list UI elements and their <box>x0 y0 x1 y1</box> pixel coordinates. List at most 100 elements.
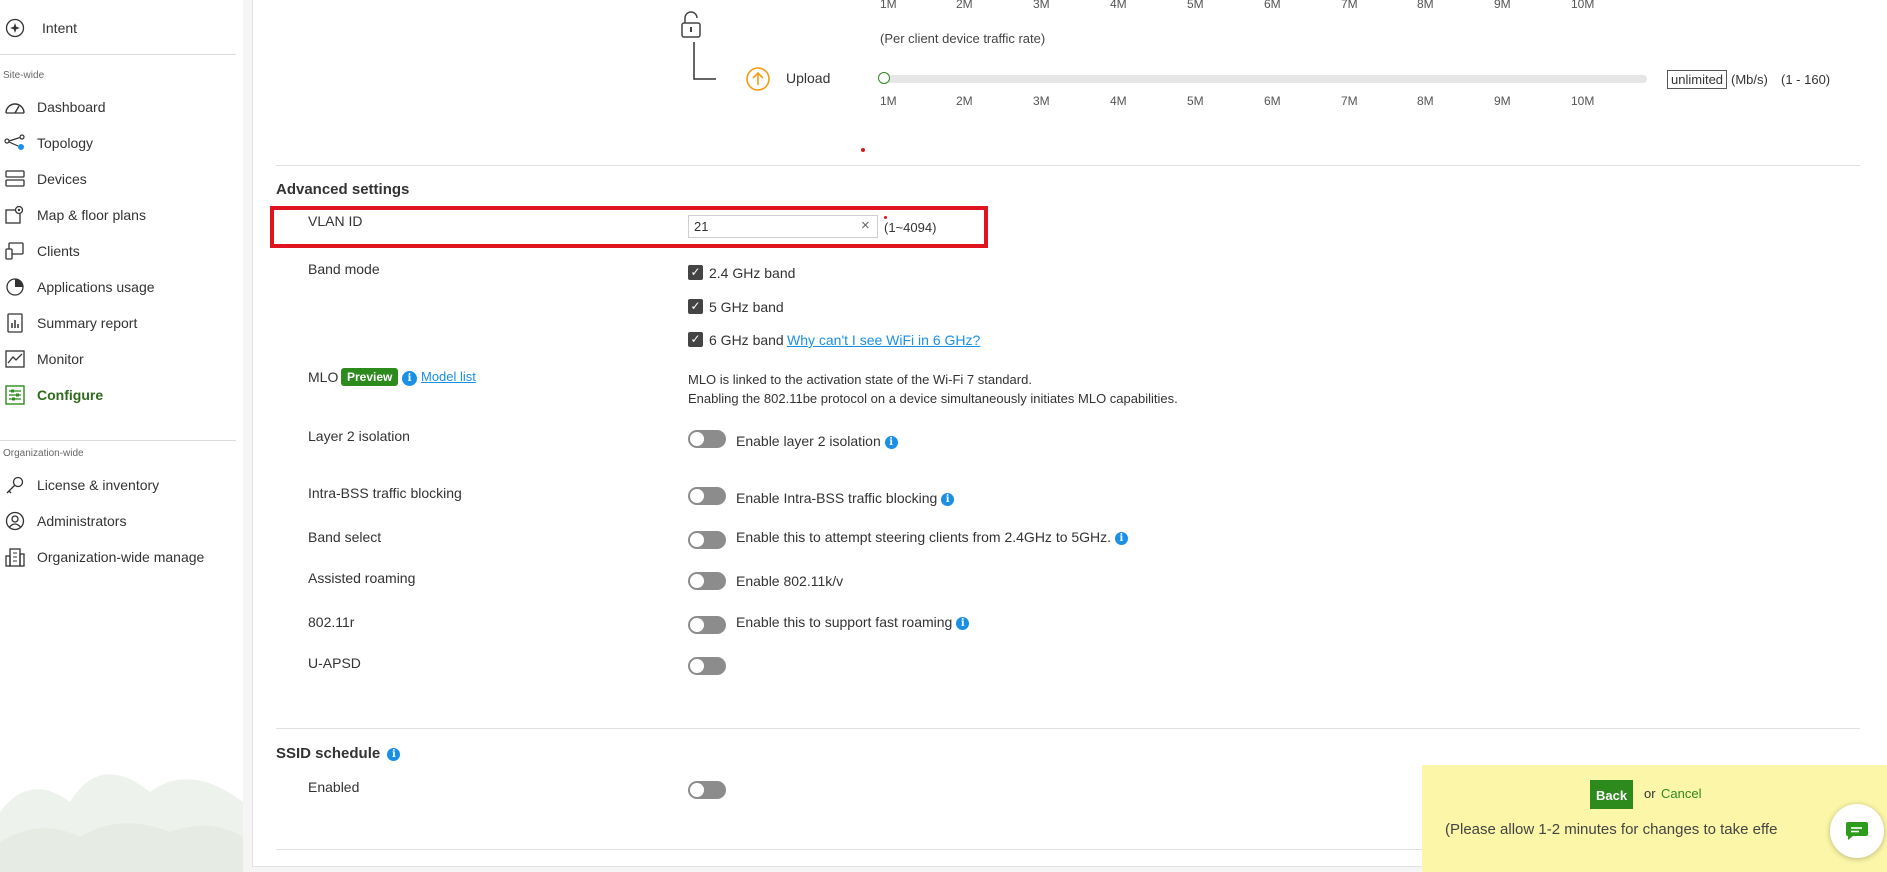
vlan-range: (1~4094) <box>884 220 937 235</box>
schedule-enabled-label: Enabled <box>308 779 360 795</box>
bracket-connector <box>693 42 716 80</box>
key-icon <box>4 474 26 496</box>
tick-label: 9M <box>1494 94 1511 108</box>
section-label-org-wide: Organization-wide <box>3 448 84 459</box>
info-icon[interactable]: i <box>387 747 401 761</box>
tick-label: 1M <box>880 94 897 108</box>
vlan-id-value: 21 <box>694 219 709 234</box>
section-divider <box>276 165 1860 166</box>
upload-unit: (Mb/s) <box>1731 72 1768 87</box>
intent-icon <box>4 17 26 39</box>
info-icon[interactable]: i <box>884 435 898 449</box>
sidebar-item-clients[interactable]: Clients <box>0 237 243 265</box>
band-24-label: 2.4 GHz band <box>709 265 796 281</box>
toggle-text-label: Enable this to support fast roaming <box>736 614 953 630</box>
sidebar-item-applications-usage[interactable]: Applications usage <box>0 273 243 301</box>
band-select-text: Enable this to attempt steering clients … <box>736 529 1128 545</box>
info-icon[interactable]: i <box>1114 531 1128 545</box>
sidebar-item-configure[interactable]: Configure <box>0 381 243 409</box>
schedule-enabled-toggle[interactable] <box>688 781 726 799</box>
ssid-settings-content <box>252 0 1887 867</box>
intra-bss-label: Intra-BSS traffic blocking <box>308 485 462 501</box>
assisted-roaming-toggle[interactable] <box>688 572 726 590</box>
clear-icon[interactable]: × <box>861 217 870 234</box>
building-icon <box>4 546 26 568</box>
tick-label: 6M <box>1264 94 1281 108</box>
unlock-icon[interactable] <box>680 10 702 40</box>
wifi-6ghz-help-link[interactable]: Why can't I see WiFi in 6 GHz? <box>787 332 980 348</box>
band-5-checkbox[interactable]: ✓ <box>688 299 703 314</box>
required-marker <box>884 216 887 219</box>
toggle-text-label: Enable layer 2 isolation <box>736 433 881 449</box>
band-6-checkbox[interactable]: ✓ <box>688 332 703 347</box>
info-icon[interactable]: i <box>941 492 955 506</box>
sidebar-item-label: Monitor <box>37 351 84 367</box>
toggle-text-label: Enable Intra-BSS traffic blocking <box>736 490 938 506</box>
sidebar-item-label: License & inventory <box>37 477 160 493</box>
sidebar-item-monitor[interactable]: Monitor <box>0 345 243 373</box>
tick-label: 4M <box>1110 0 1127 11</box>
sidebar-item-label: Organization-wide manage <box>37 549 205 565</box>
sidebar-item-license-inventory[interactable]: License & inventory <box>0 471 243 499</box>
band-select-label: Band select <box>308 529 382 545</box>
preview-badge: Preview <box>341 368 399 386</box>
sidebar-item-label: Applications usage <box>37 279 155 295</box>
sidebar-item-label: Clients <box>37 243 80 259</box>
info-icon[interactable]: i <box>402 371 417 386</box>
tick-label: 8M <box>1417 94 1434 108</box>
chat-icon <box>1846 822 1868 840</box>
uapsd-toggle[interactable] <box>688 657 726 675</box>
sidebar-item-summary-report[interactable]: Summary report <box>0 309 243 337</box>
sidebar-item-administrators[interactable]: Administrators <box>0 507 243 535</box>
tick-label: 10M <box>1571 94 1595 108</box>
uapsd-label: U-APSD <box>308 655 361 671</box>
sidebar-item-dashboard[interactable]: Dashboard <box>0 93 243 121</box>
section-divider <box>276 728 1860 729</box>
model-list-link[interactable]: Model list <box>421 369 476 384</box>
info-icon[interactable]: i <box>956 616 970 630</box>
clients-icon <box>4 240 26 262</box>
chat-button[interactable] <box>1830 804 1884 858</box>
tick-label: 2M <box>956 94 973 108</box>
80211r-label: 802.11r <box>308 614 355 630</box>
layer2-isolation-toggle[interactable] <box>688 430 726 448</box>
tick-label: 3M <box>1033 94 1050 108</box>
intra-bss-toggle[interactable] <box>688 487 726 505</box>
sidebar-item-topology[interactable]: Topology <box>0 129 243 157</box>
sidebar-item-intent[interactable]: Intent <box>0 14 243 42</box>
tick-label: 8M <box>1417 0 1434 11</box>
sidebar-item-label: Administrators <box>37 513 127 529</box>
assisted-roaming-text: Enable 802.11k/v <box>736 573 844 589</box>
band-24-checkbox[interactable]: ✓ <box>688 265 703 280</box>
upload-range: (1 - 160) <box>1781 72 1831 87</box>
main-panel <box>243 0 1887 872</box>
monitor-icon <box>4 348 26 370</box>
section-label-site-wide: Site-wide <box>3 70 45 81</box>
sidebar: Intent Site-wide Dashboard Topology Devi… <box>0 0 244 872</box>
back-button[interactable]: Back <box>1590 780 1634 809</box>
assisted-roaming-label: Assisted roaming <box>308 570 416 586</box>
sidebar-item-devices[interactable]: Devices <box>0 165 243 193</box>
dashboard-icon <box>4 96 26 118</box>
changes-note: (Please allow 1-2 minutes for changes to… <box>1445 821 1778 838</box>
band-select-toggle[interactable] <box>688 531 726 549</box>
sidebar-item-label: Intent <box>42 20 78 36</box>
vlan-highlight-box <box>270 206 988 248</box>
sidebar-item-map-floor-plans[interactable]: Map & floor plans <box>0 201 243 229</box>
band-5-label: 5 GHz band <box>709 299 784 315</box>
upload-value-field[interactable]: unlimited <box>1667 70 1728 89</box>
upload-slider-handle[interactable] <box>878 72 890 84</box>
vlan-id-input[interactable]: 21 × <box>688 215 878 238</box>
tick-label: 7M <box>1341 94 1358 108</box>
80211r-toggle[interactable] <box>688 616 726 634</box>
sidebar-item-label: Map & floor plans <box>37 207 146 223</box>
tick-label: 7M <box>1341 0 1358 11</box>
report-icon <box>4 312 26 334</box>
sidebar-item-organization-wide-manage[interactable]: Organization-wide manage <box>0 543 243 571</box>
tick-label: 5M <box>1187 0 1204 11</box>
upload-slider-track[interactable] <box>882 75 1647 83</box>
layer2-isolation-text: Enable layer 2 isolation i <box>736 433 898 449</box>
or-text: or <box>1644 786 1656 801</box>
devices-icon <box>4 168 26 190</box>
cancel-link[interactable]: Cancel <box>1661 786 1701 801</box>
